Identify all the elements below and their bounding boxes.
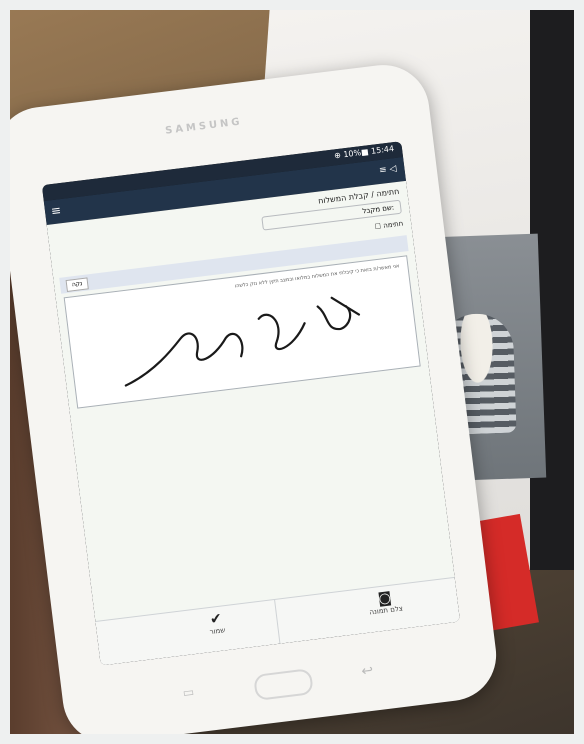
- handwritten-signature: [124, 296, 361, 387]
- save-button-label: שמור: [209, 626, 226, 637]
- device-brand: SAMSUNG: [164, 116, 244, 137]
- photo-scene: SAMSUNG ⊕ 10%■ 15:44 ≡ ≡ ◁ חתימה / קבלת …: [0, 0, 584, 744]
- hamburger-menu-icon[interactable]: ≡: [50, 203, 62, 218]
- back-key[interactable]: ↩: [361, 663, 375, 680]
- clear-signature-button[interactable]: נקה: [65, 277, 89, 292]
- tablet-screen: ⊕ 10%■ 15:44 ≡ ≡ ◁ חתימה / קבלת המשלוח ש…: [41, 141, 461, 666]
- camera-button[interactable]: ◙ צלם תמונה: [324, 583, 447, 633]
- home-button[interactable]: [253, 668, 314, 701]
- recent-apps-key[interactable]: ▭: [182, 685, 195, 700]
- samsung-tablet: SAMSUNG ⊕ 10%■ 15:44 ≡ ≡ ◁ חתימה / קבלת …: [0, 59, 502, 744]
- app-bar-title: ≡ ◁: [378, 163, 398, 176]
- form-content: חתימה / קבלת המשלוח שם מקבל: ☐ חתימה נקה…: [46, 180, 455, 622]
- save-button[interactable]: ✔ שמור: [155, 604, 278, 654]
